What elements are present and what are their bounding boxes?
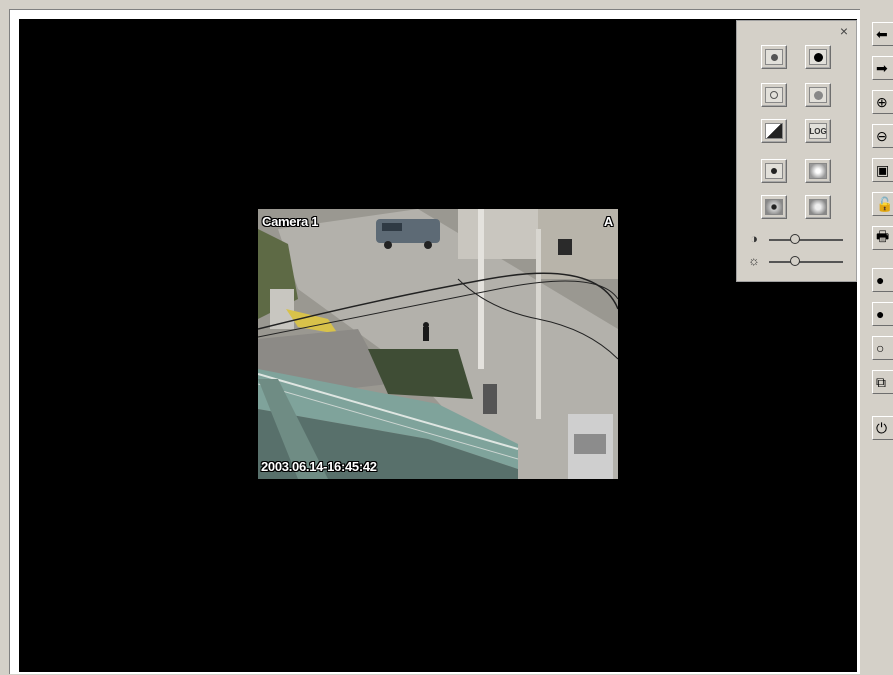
contrast-track[interactable] <box>769 239 843 241</box>
zoom-out-icon: ⊖ <box>876 127 888 144</box>
unlock-button[interactable]: 🔓 <box>872 192 893 216</box>
zoom-in-icon: ⊕ <box>876 93 888 110</box>
center-dot-icon <box>771 168 777 174</box>
contrast-thumb[interactable] <box>789 234 800 244</box>
record-dot-icon: ● <box>876 272 885 288</box>
print-button[interactable]: 🖶 <box>872 226 893 250</box>
monitor-icon: ▣ <box>876 161 890 178</box>
circle-button[interactable]: ○ <box>872 336 893 360</box>
power-icon: ⏻ <box>876 419 888 436</box>
zoom-out-button[interactable]: ⊖ <box>872 124 893 148</box>
zoom-in-button[interactable]: ⊕ <box>872 90 893 114</box>
arrow-left-icon: ⬅ <box>876 25 888 42</box>
print-icon: 🖶 <box>876 228 890 244</box>
sharpen-icon <box>765 199 783 215</box>
contrast-icon: ◑ <box>750 231 758 246</box>
brightness-thumb[interactable] <box>789 256 800 266</box>
camera-name-overlay: Camera 1 <box>262 214 319 229</box>
hollow-circle-button[interactable] <box>761 83 787 107</box>
brightness-icon: ☼ <box>748 253 760 268</box>
glow-dot-icon <box>809 163 827 179</box>
center-dot-button[interactable] <box>761 159 787 183</box>
hollow-circle-icon <box>770 91 778 99</box>
soften-button[interactable] <box>805 195 831 219</box>
log-button[interactable]: LOG <box>805 119 831 143</box>
contrast-slider[interactable]: ◑ <box>747 231 847 247</box>
brightness-track[interactable] <box>769 261 843 263</box>
image-control-panel: × LOG ◑ ☼ <box>736 20 857 282</box>
half-contrast-button[interactable] <box>761 119 787 143</box>
arrow-right-icon: ➡ <box>876 59 888 76</box>
camera-scene <box>258 209 618 479</box>
camera-video-feed[interactable]: Camera 1 A 2003.06.14-16:45:42 <box>258 209 618 479</box>
black-dot-icon <box>813 52 823 62</box>
faded-dot-icon <box>813 90 823 100</box>
glow-dot-button[interactable] <box>805 159 831 183</box>
gray-dot-icon <box>770 53 778 61</box>
timestamp-overlay: 2003.06.14-16:45:42 <box>261 459 377 474</box>
brightness-slider[interactable]: ☼ <box>747 253 847 269</box>
unlock-icon: 🔓 <box>876 195 893 212</box>
dark-dot-button[interactable] <box>805 45 831 69</box>
channel-tag-overlay: A <box>603 214 613 229</box>
log-label: LOG <box>809 126 827 136</box>
arrow-right-button[interactable]: ➡ <box>872 56 893 80</box>
record-dot-button[interactable]: ● <box>872 268 893 292</box>
half-contrast-icon <box>765 123 783 139</box>
monitor-button[interactable]: ▣ <box>872 158 893 182</box>
sharpen-button[interactable] <box>761 195 787 219</box>
soften-icon <box>809 199 827 215</box>
circle-icon: ○ <box>876 340 885 356</box>
dim-dot-button[interactable] <box>761 45 787 69</box>
record-button[interactable]: ● <box>872 302 893 326</box>
power-button[interactable]: ⏻ <box>872 416 893 440</box>
copy-icon: ⧉ <box>876 373 886 390</box>
arrow-left-button[interactable]: ⬅ <box>872 22 893 46</box>
faded-dot-button[interactable] <box>805 83 831 107</box>
copy-button[interactable]: ⧉ <box>872 370 893 394</box>
close-icon[interactable]: × <box>840 24 848 38</box>
record-icon: ● <box>876 306 885 322</box>
